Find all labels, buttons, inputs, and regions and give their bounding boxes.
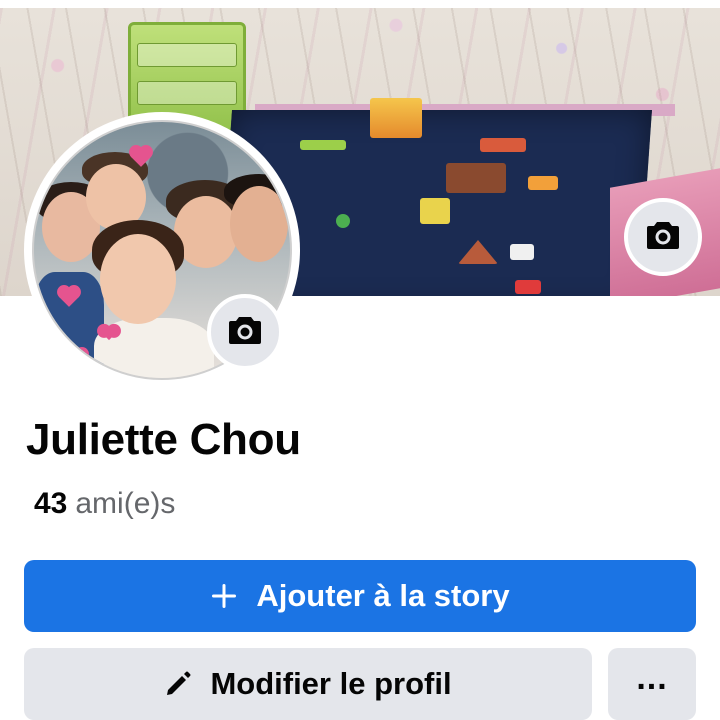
camera-icon xyxy=(646,220,680,255)
edit-profile-label: Modifier le profil xyxy=(210,666,452,701)
cover-toy xyxy=(336,214,350,228)
friends-count-link[interactable]: 43 ami(e)s xyxy=(34,487,175,521)
avatar-figure xyxy=(230,186,288,262)
more-options-button[interactable]: ... xyxy=(608,648,696,720)
cover-toy xyxy=(446,163,506,193)
more-dots-icon: ... xyxy=(636,659,668,697)
add-to-story-button[interactable]: Ajouter à la story xyxy=(24,560,696,632)
cover-toy xyxy=(420,198,450,224)
cover-toy xyxy=(510,244,534,260)
add-to-story-label: Ajouter à la story xyxy=(256,578,510,613)
plus-icon xyxy=(210,582,238,610)
edit-cover-photo-button[interactable] xyxy=(624,198,702,276)
friends-label: ami(e)s xyxy=(75,487,176,520)
camera-icon xyxy=(228,315,262,350)
cover-toy xyxy=(370,98,422,138)
edit-profile-picture-button[interactable] xyxy=(207,294,283,370)
cover-toy xyxy=(515,280,541,294)
pencil-icon xyxy=(164,670,192,698)
friends-count: 43 xyxy=(34,487,68,520)
cover-toy xyxy=(300,140,346,150)
edit-profile-button[interactable]: Modifier le profil xyxy=(24,648,592,720)
profile-name: Juliette Chou xyxy=(26,415,301,464)
heart-sticker xyxy=(101,325,117,341)
profile-page: Juliette Chou 43 ami(e)s Ajouter à la sto… xyxy=(0,0,720,720)
avatar-figure xyxy=(100,234,176,324)
cover-toy xyxy=(528,176,558,190)
cover-toy xyxy=(480,138,526,152)
